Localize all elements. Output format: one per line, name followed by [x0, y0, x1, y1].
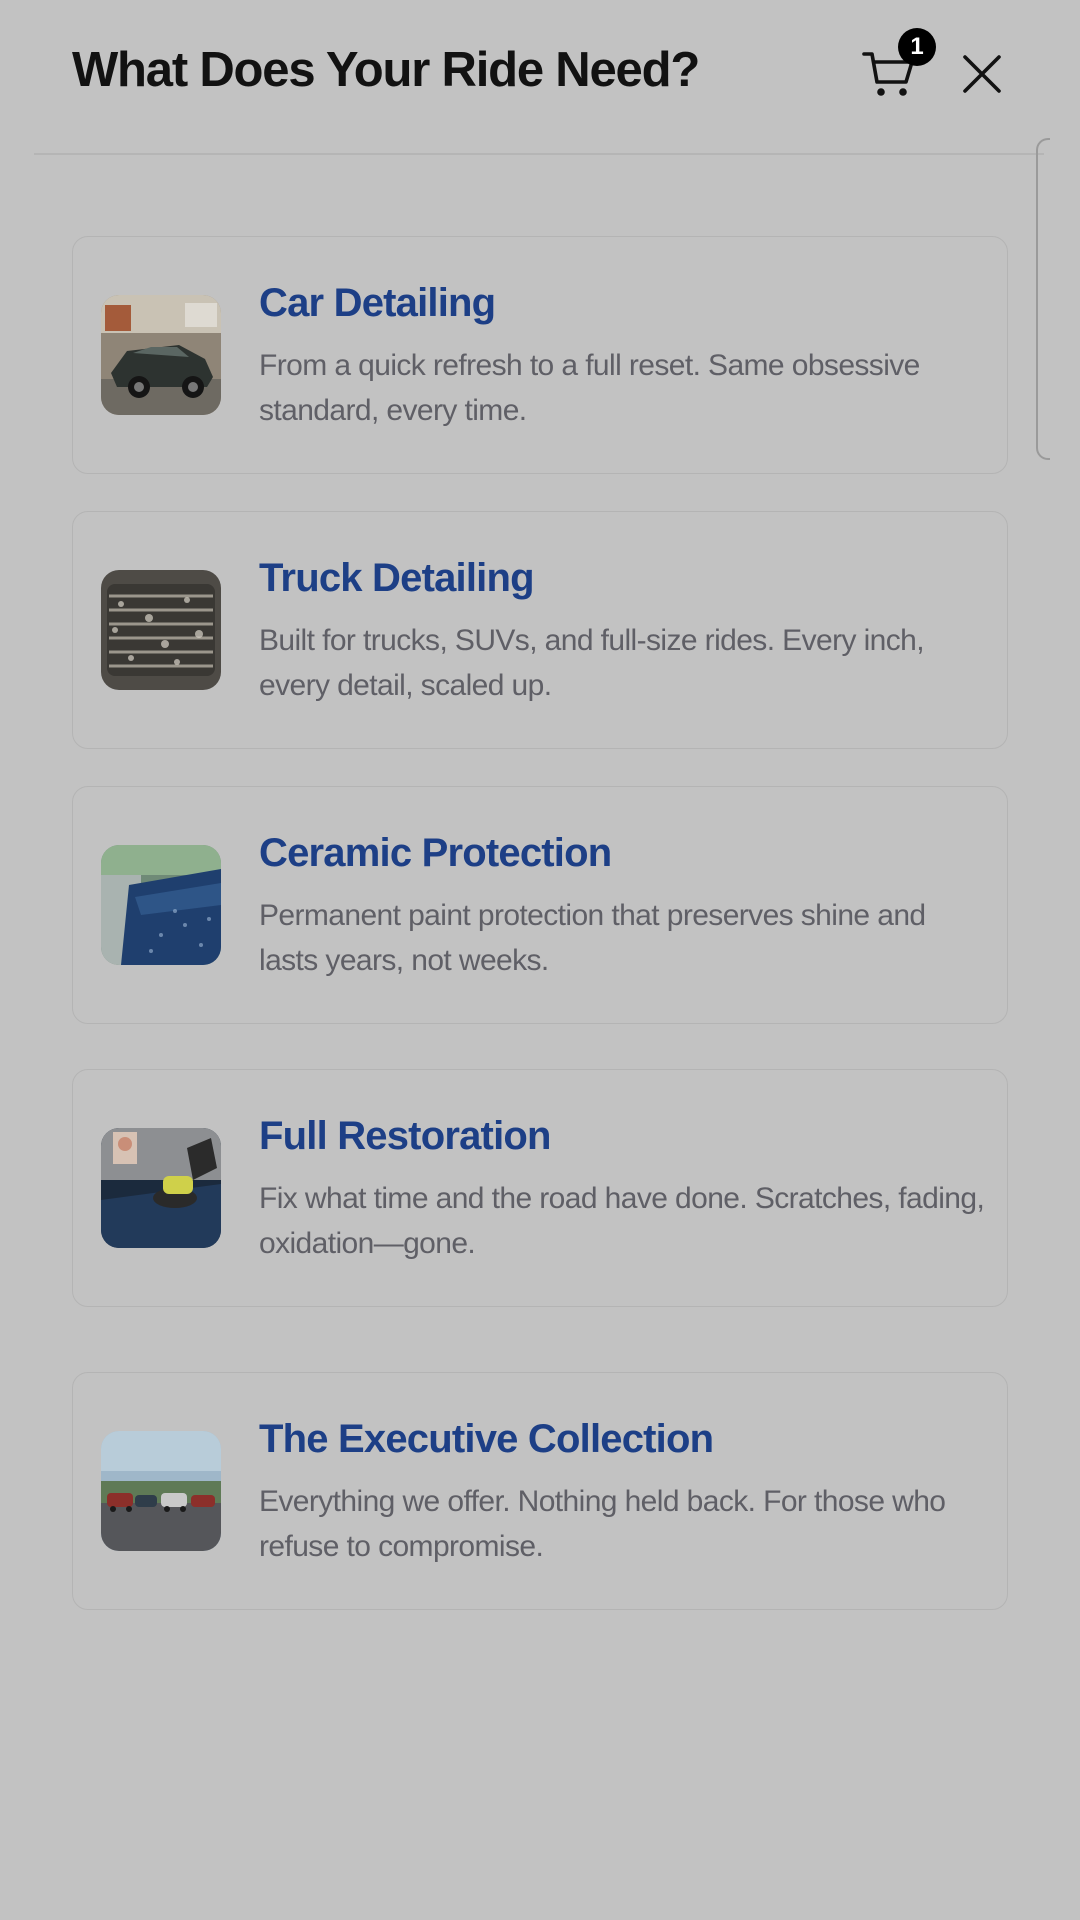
service-card-car-detailing[interactable]: Car Detailing From a quick refresh to a … — [72, 236, 1008, 474]
cart-count-badge: 1 — [898, 28, 936, 66]
service-picker-screen: What Does Your Ride Need? 1 Car Detailin… — [0, 0, 1080, 1920]
service-description: Everything we offer. Nothing held back. … — [259, 1485, 946, 1563]
service-title: The Executive Collection — [259, 1417, 714, 1461]
parking-lot-photo-thumbnail — [101, 1431, 221, 1551]
close-icon — [963, 55, 1001, 93]
service-title: Ceramic Protection — [259, 831, 612, 875]
cart-button[interactable]: 1 — [858, 28, 936, 108]
header: What Does Your Ride Need? 1 — [0, 0, 1080, 155]
close-button[interactable] — [958, 50, 1006, 98]
header-divider — [34, 153, 1044, 155]
service-description: Fix what time and the road have done. Sc… — [259, 1182, 985, 1260]
truck-grille-photo-thumbnail — [101, 570, 221, 690]
service-card-ceramic-protection[interactable]: Ceramic Protection Permanent paint prote… — [72, 786, 1008, 1024]
service-card-executive-collection[interactable]: The Executive Collection Everything we o… — [72, 1372, 1008, 1610]
ceramic-coating-photo-thumbnail — [101, 845, 221, 965]
service-description: Permanent paint protection that preserve… — [259, 899, 926, 977]
service-title: Full Restoration — [259, 1114, 551, 1158]
scroll-indicator[interactable] — [1036, 138, 1050, 460]
service-description: From a quick refresh to a full reset. Sa… — [259, 349, 920, 427]
car-photo-thumbnail — [101, 295, 221, 415]
service-title: Car Detailing — [259, 281, 496, 325]
service-card-full-restoration[interactable]: Full Restoration Fix what time and the r… — [72, 1069, 1008, 1307]
service-description: Built for trucks, SUVs, and full-size ri… — [259, 624, 925, 702]
polishing-photo-thumbnail — [101, 1128, 221, 1248]
service-title: Truck Detailing — [259, 556, 535, 600]
service-card-truck-detailing[interactable]: Truck Detailing Built for trucks, SUVs, … — [72, 511, 1008, 749]
page-title: What Does Your Ride Need? — [72, 43, 700, 97]
